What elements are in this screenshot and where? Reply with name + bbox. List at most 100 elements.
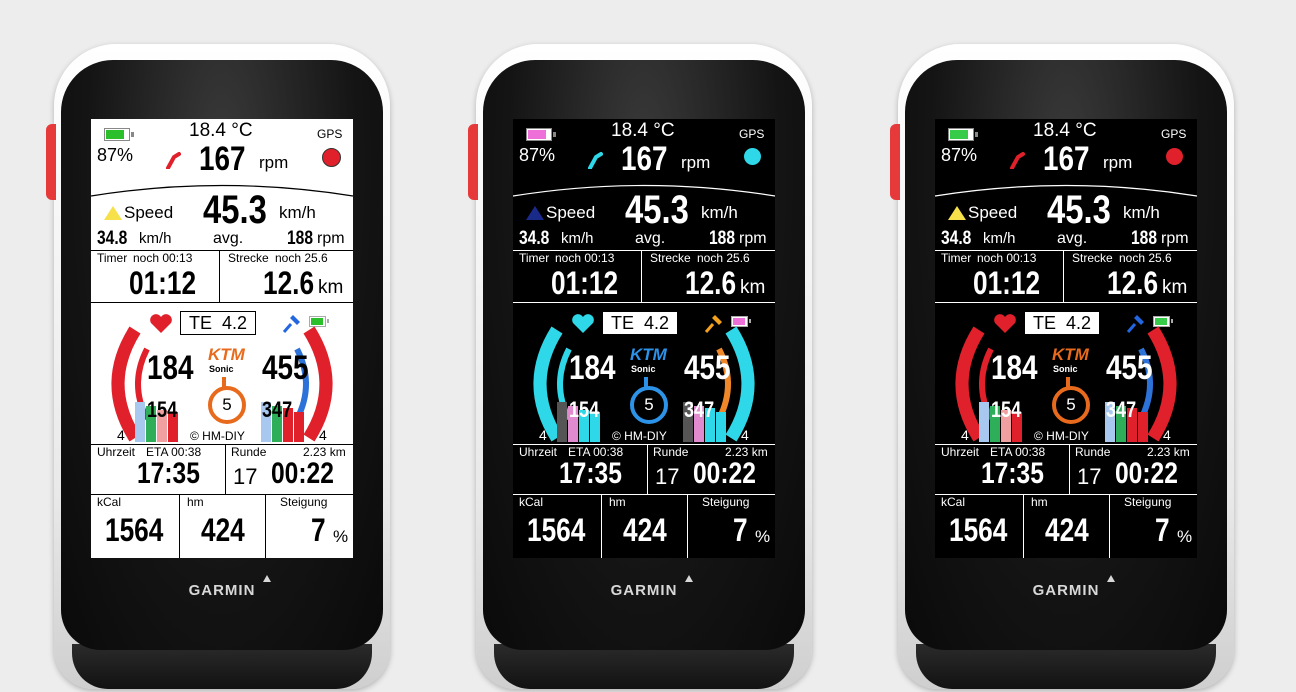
speed-label: Speed [546,203,596,222]
speed-unit: km/h [279,203,316,222]
kcal-label: kCal [941,495,966,509]
power-value: 455 [262,349,309,387]
power-zone-number: 4 [319,427,327,443]
ktm-logo: KTM [630,345,667,364]
avg-label: avg. [1057,230,1088,247]
side-button[interactable] [468,124,478,200]
divider [219,250,220,302]
garmin-logo-triangle [685,575,693,582]
ktm-sonic-label: Sonic [631,364,656,374]
speed-value: 45.3 [1047,188,1111,232]
divider [1063,250,1064,302]
speed-label: Speed [968,203,1018,222]
garmin-device: GARMIN 87% 18.4 °C GPS 167 rpm Speed 45.… [46,44,390,689]
divider [1109,494,1110,558]
power-avg-value: 347 [1106,397,1137,422]
clock-value: 17:35 [137,457,200,490]
power-zone-bar [716,412,726,442]
te-label: TE [188,313,212,333]
grade-unit: % [1177,527,1193,546]
lap-label: Runde [231,445,267,459]
power-value: 455 [1106,349,1153,387]
avg-cadence-value: 188 [1131,228,1157,249]
speed-label: Speed [124,203,174,222]
power-avg-value: 347 [684,397,715,422]
distance-unit: km [318,277,344,298]
distance-label: Strecke [650,251,691,265]
hr-avg-value: 154 [991,397,1022,422]
hm-label: hm [1031,495,1048,509]
avg-label: avg. [213,230,244,247]
device-base [72,644,372,689]
te-value: 4.2 [1066,313,1092,333]
hr-zone-number: 4 [961,427,969,443]
garmin-logo-triangle [1107,575,1115,582]
avg-cadence-unit: rpm [739,230,767,247]
hr-zone-bar [135,402,145,442]
hr-zone-bar [557,402,567,442]
ktm-sonic-label: Sonic [209,364,234,374]
distance-label: Strecke [228,251,269,265]
training-effect-box: TE 4.2 [602,311,678,335]
hr-avg-value: 154 [569,397,600,422]
avg-cadence-value: 188 [287,228,313,249]
distance-remaining: noch 25.6 [275,251,328,265]
training-effect-box: TE 4.2 [1024,311,1100,335]
side-button[interactable] [46,124,56,200]
cadence-unit: rpm [681,153,711,172]
distance-value: 12.6 [1107,265,1159,301]
gps-label: GPS [739,127,765,141]
speed-unit: km/h [701,203,738,222]
garmin-logo: GARMIN [610,582,678,599]
gps-status-icon [1166,148,1183,165]
ktm-logo: KTM [1052,345,1089,364]
distance-value: 12.6 [263,265,315,301]
clock-label: Uhrzeit [941,445,980,459]
distance-remaining: noch 25.6 [697,251,750,265]
lap-time: 00:22 [693,457,756,490]
distance-unit: km [740,277,766,298]
timer-remaining: noch 00:13 [133,251,193,265]
speed-unit: km/h [1123,203,1160,222]
avg-speed-value: 34.8 [519,228,550,249]
device-base [494,644,794,689]
timer-value: 01:12 [129,265,197,301]
grade-value: 7 [1155,512,1170,548]
cadence-unit: rpm [259,153,289,172]
data-screen[interactable]: 87% 18.4 °C GPS 167 rpm Speed 45.3 km/h … [935,119,1197,558]
heart-icon [994,314,1016,333]
timer-value: 01:12 [973,265,1041,301]
power-value: 455 [684,349,731,387]
garmin-logo-triangle [263,575,271,582]
data-screen[interactable]: 87% 18.4 °C GPS 167 rpm Speed 45.3 km/h … [91,119,353,558]
grade-unit: % [755,527,771,546]
clock-value: 17:35 [559,457,622,490]
power-zone-number: 4 [741,427,749,443]
avg-label: avg. [635,230,666,247]
garmin-device: GARMIN 87% 18.4 °C GPS 167 rpm Speed 45.… [468,44,812,689]
side-button[interactable] [890,124,900,200]
battery-icon [526,128,556,141]
clock-value: 17:35 [981,457,1044,490]
timer-label: Timer [941,251,972,265]
gps-status-icon [744,148,761,165]
divider [641,250,642,302]
power-avg-value: 347 [262,397,293,422]
kcal-value: 1564 [949,512,1008,548]
distance-remaining: noch 25.6 [1119,251,1172,265]
lap-number: 17 [655,464,680,489]
data-screen[interactable]: 87% 18.4 °C GPS 167 rpm Speed 45.3 km/h … [513,119,775,558]
grade-unit: % [333,527,349,546]
kcal-label: kCal [97,495,122,509]
cadence-value: 167 [621,140,668,178]
divider [225,444,226,494]
hm-label: hm [187,495,204,509]
speed-warning-icon [526,206,544,220]
timer-label: Timer [519,251,550,265]
cadence-icon [1010,152,1025,169]
divider [1069,444,1070,494]
divider [91,302,353,303]
speed-value: 45.3 [625,188,689,232]
grade-value: 7 [733,512,748,548]
heart-rate-value: 184 [991,349,1038,387]
